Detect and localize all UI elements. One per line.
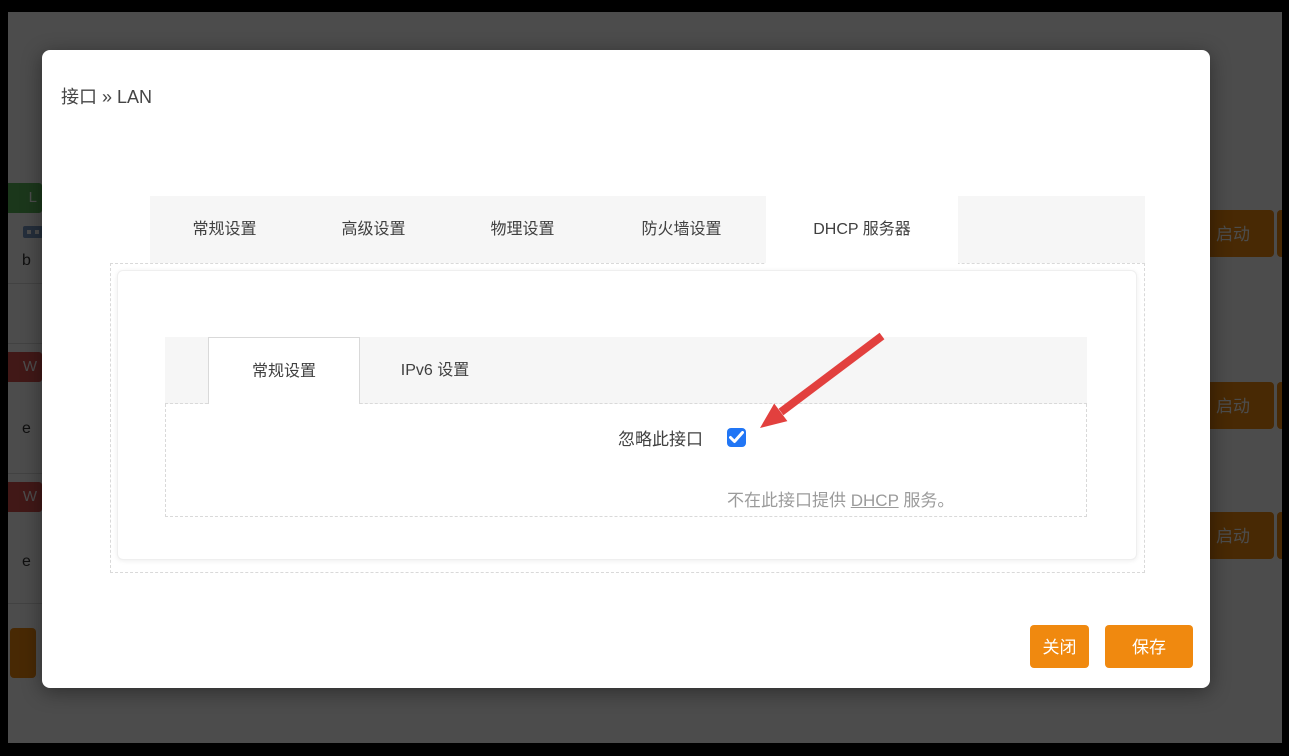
interface-settings-modal: 接口 » LAN 常规设置 高级设置 物理设置 防火墙设置 DHCP 服务器 常… [42, 50, 1210, 688]
tab-firewall-settings[interactable]: 防火墙设置 [597, 196, 766, 263]
tab-general-settings[interactable]: 常规设置 [150, 196, 299, 263]
subtab-spacer [165, 337, 208, 404]
field-description: 不在此接口提供 DHCP 服务。 [727, 486, 954, 511]
browser-viewport: L b W e W e 启动 启动 启动 接口 » LAN 常规设置 高级设置 … [8, 12, 1282, 743]
dhcp-subtabbar: 常规设置 IPv6 设置 [165, 337, 1087, 405]
subtab-ipv6-settings[interactable]: IPv6 设置 [360, 337, 510, 404]
tab-advanced-settings[interactable]: 高级设置 [299, 196, 448, 263]
ignore-interface-checkbox[interactable] [727, 428, 746, 447]
save-button[interactable]: 保存 [1105, 625, 1193, 668]
subtab-general-setup[interactable]: 常规设置 [208, 337, 360, 405]
modal-title: 接口 » LAN [61, 87, 153, 107]
dhcp-link[interactable]: DHCP [851, 491, 899, 510]
description-text: 不在此接口提供 [727, 491, 851, 510]
checkmark-icon [729, 431, 744, 443]
ignore-interface-label: 忽略此接口 [618, 430, 703, 449]
tab-physical-settings[interactable]: 物理设置 [448, 196, 597, 263]
description-text: 服务。 [898, 491, 955, 510]
tab-dhcp-server[interactable]: DHCP 服务器 [766, 196, 958, 265]
settings-tabbar: 常规设置 高级设置 物理设置 防火墙设置 DHCP 服务器 [150, 196, 1145, 265]
close-button[interactable]: 关闭 [1030, 625, 1089, 668]
